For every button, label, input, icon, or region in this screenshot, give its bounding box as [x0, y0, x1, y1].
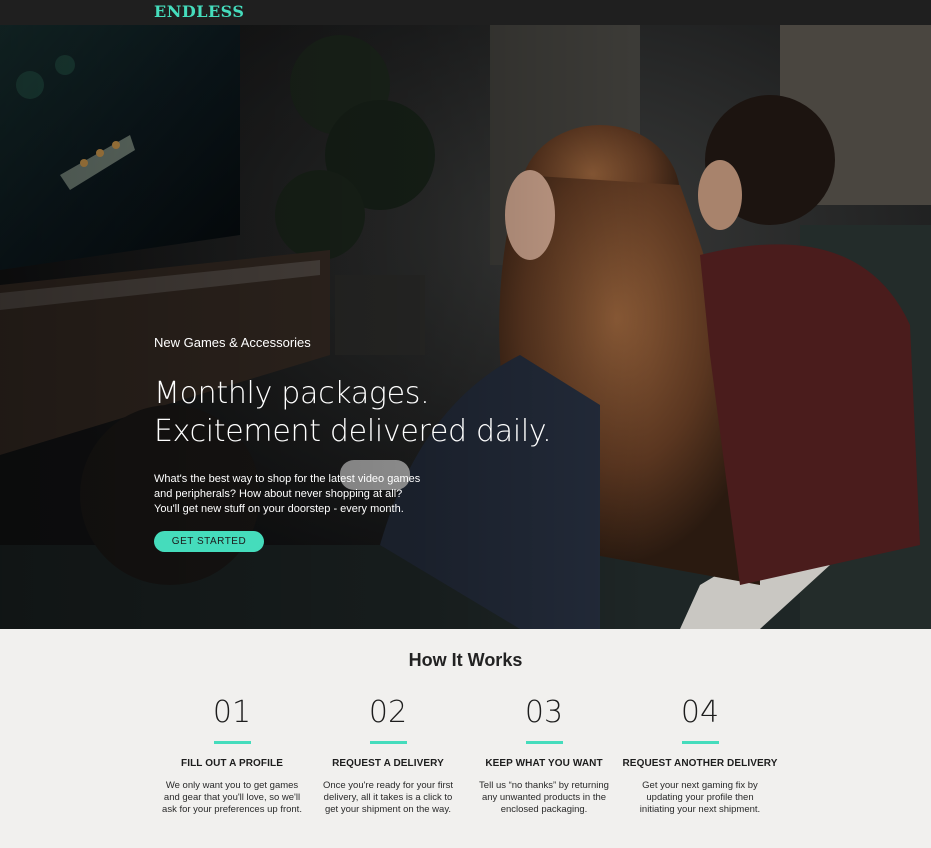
step-number: 02: [368, 695, 408, 730]
step-description-line: We only want you to get games: [165, 780, 299, 791]
hero-description-line-3: You'll get new stuff on your doorstep - …: [154, 503, 404, 515]
step-card: 04 REQUEST ANOTHER DELIVERY Get your nex…: [622, 695, 778, 816]
step-description-line: get your shipment on the way.: [324, 804, 452, 815]
step-description: Once you're ready for your first deliver…: [310, 780, 466, 816]
how-it-works-title: How It Works: [408, 650, 523, 670]
hero-section: New Games & Accessories Monthly packages…: [0, 25, 931, 629]
step-description: We only want you to get games and gear t…: [154, 780, 310, 816]
hero-description: What's the best way to shop for the late…: [154, 472, 464, 517]
step-title: FILL OUT A PROFILE: [181, 758, 283, 769]
step-divider: [525, 741, 563, 744]
hero-headline-line-2: Excitement delivered daily.: [154, 414, 552, 449]
step-description-line: initiating your next shipment.: [639, 804, 761, 815]
step-card: 03 KEEP WHAT YOU WANT Tell us “no thanks…: [466, 695, 622, 816]
step-title: REQUEST ANOTHER DELIVERY: [622, 758, 778, 769]
brand-logo[interactable]: ENDLESS: [154, 2, 244, 21]
step-number: 03: [524, 695, 564, 730]
step-divider: [369, 741, 407, 744]
top-nav-bar: ENDLESS: [0, 0, 931, 25]
get-started-button[interactable]: GET STARTED: [154, 531, 264, 552]
step-description-line: updating your profile then: [646, 792, 754, 803]
step-number: 01: [212, 695, 252, 730]
step-description-line: Once you're ready for your first: [322, 780, 454, 791]
step-description-line: Tell us “no thanks” by returning: [479, 780, 609, 791]
step-divider: [681, 741, 719, 744]
step-description-line: Get your next gaming fix by: [642, 780, 758, 791]
step-description: Get your next gaming fix by updating you…: [622, 780, 778, 816]
hero-eyebrow: New Games & Accessories: [154, 335, 311, 350]
step-card: 02 REQUEST A DELIVERY Once you're ready …: [310, 695, 466, 816]
step-title: REQUEST A DELIVERY: [332, 758, 444, 769]
step-title: KEEP WHAT YOU WANT: [485, 758, 603, 769]
step-description: Tell us “no thanks” by returning any unw…: [466, 780, 622, 816]
step-card: 01 FILL OUT A PROFILE We only want you t…: [154, 695, 310, 816]
hero-overlay: [0, 25, 931, 629]
step-description-line: and gear that you'll love, so we'll: [163, 792, 301, 803]
step-description-line: enclosed packaging.: [500, 804, 588, 815]
hero-description-line-1: What's the best way to shop for the late…: [154, 473, 421, 485]
hero-description-line-2: and peripherals? How about never shoppin…: [154, 488, 403, 500]
step-description-line: any unwanted products in the: [481, 792, 607, 803]
step-divider: [213, 741, 251, 744]
step-description-line: delivery, all it takes is a click to: [323, 792, 453, 803]
hero-headline: Monthly packages. Excitement delivered d…: [154, 375, 674, 451]
hero-headline-line-1: Monthly packages.: [154, 376, 430, 411]
step-description-line: ask for your preferences up front.: [162, 804, 302, 815]
step-number: 04: [680, 695, 720, 730]
